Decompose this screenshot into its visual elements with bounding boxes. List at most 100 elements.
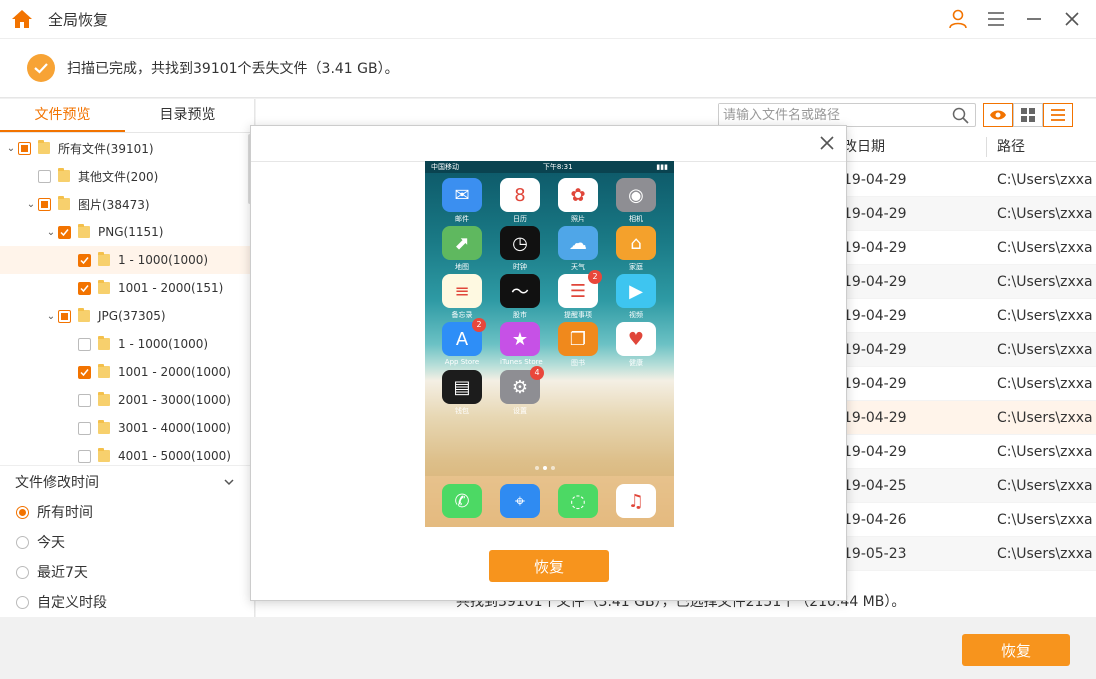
grid-icon [1021,108,1035,122]
tree-checkbox[interactable] [78,365,91,379]
scan-status-bar: 扫描已完成，共找到39101个丢失文件（3.41 GB）。 [0,38,1096,98]
folder-icon [98,336,110,350]
chevron-down-icon[interactable]: ⌄ [4,143,18,154]
tree-item[interactable]: ⌄ JPG(37305) [0,302,250,330]
phone-app-icon: ❐ 图书 [558,322,598,368]
page-dots [535,466,555,470]
menu-icon[interactable] [982,5,1010,33]
path-cell: C:\Users\zxxa... [997,206,1092,222]
list-icon [1051,109,1065,121]
grid-view-button[interactable] [1013,103,1043,127]
tree-item[interactable]: 1001 - 2000(151) [0,274,250,302]
phone-app-icon: A 2 App Store [442,318,486,366]
tree-checkbox[interactable] [38,169,51,183]
modified-date-cell: 19-04-29 [843,240,907,256]
phone-app-icon: ◉ 相机 [616,178,656,224]
time-option[interactable]: 所有时间 [0,497,250,527]
tree-item-label: JPG(37305) [98,309,166,323]
radio-button[interactable] [16,505,29,519]
tree-item-label: 图片(38473) [78,197,150,212]
time-filter: 文件修改时间 所有时间 今天 最近7天 自定义时段 [0,465,250,617]
tree-checkbox[interactable] [78,281,91,295]
preview-view-button[interactable] [983,103,1013,127]
tree-item-label: 3001 - 4000(1000) [118,421,231,435]
folder-icon [98,448,110,462]
tree-item-label: 所有文件(39101) [58,141,154,156]
recover-button[interactable]: 恢复 [962,634,1070,666]
folder-icon [98,392,110,406]
tab-file-preview[interactable]: 文件预览 [0,99,125,132]
radio-button[interactable] [16,565,29,579]
minimize-icon[interactable] [1020,5,1048,33]
path-cell: C:\Users\zxxa... [997,240,1092,256]
tree-item-label: 1001 - 2000(151) [118,281,224,295]
modified-date-cell: 19-04-29 [843,206,907,222]
folder-icon [98,280,110,294]
eye-icon [990,110,1006,120]
tree-checkbox[interactable] [58,309,71,323]
column-modified-date[interactable]: 改日期 [843,132,885,162]
tree-item[interactable]: 2001 - 3000(1000) [0,386,250,414]
close-icon[interactable] [818,134,836,152]
time-option[interactable]: 今天 [0,527,250,557]
tree-checkbox[interactable] [18,141,31,155]
search-icon[interactable] [952,107,969,124]
time-option[interactable]: 自定义时段 [0,587,250,617]
radio-button[interactable] [16,595,29,609]
path-cell: C:\Users\zxxa... [997,410,1092,426]
tree-item[interactable]: 1 - 1000(1000) [0,330,250,358]
tree-checkbox[interactable] [78,393,91,407]
tree-item[interactable]: ⌄ 所有文件(39101) [0,134,250,162]
radio-button[interactable] [16,535,29,549]
tree-checkbox[interactable] [78,421,91,435]
home-icon[interactable] [10,7,34,31]
folder-icon [58,168,70,182]
chevron-down-icon[interactable]: ⌄ [44,227,58,238]
time-option[interactable]: 最近7天 [0,557,250,587]
tab-directory-preview[interactable]: 目录预览 [125,99,250,132]
search-box [718,103,976,127]
file-type-tree: ⌄ 所有文件(39101) 其他文件(200) ⌄ 图片(38473) ⌄ PNG(1151… [0,134,250,464]
dialog-recover-button[interactable]: 恢复 [489,550,609,582]
safari-app-icon: ⌖ [500,484,540,518]
path-cell: C:\Users\zxxa... [997,478,1092,494]
tree-checkbox[interactable] [78,253,91,267]
tree-item[interactable]: 1 - 1000(1000) [0,246,250,274]
phone-time: 下午8:31 [542,163,573,171]
modified-date-cell: 19-04-29 [843,342,907,358]
time-filter-header[interactable]: 文件修改时间 [0,465,250,497]
tree-item-label: 其他文件(200) [78,169,159,184]
tree-item-label: 4001 - 5000(1000) [118,449,231,463]
modified-date-cell: 19-04-29 [843,172,907,188]
column-path[interactable]: 路径 [997,132,1025,162]
modified-date-cell: 19-04-29 [843,444,907,460]
dialog-header [251,126,846,162]
phone-app-icon: ◷ 时钟 [500,226,540,272]
close-icon[interactable] [1058,5,1086,33]
user-icon[interactable] [944,5,972,33]
tree-item[interactable]: ⌄ PNG(1151) [0,218,250,246]
tree-checkbox[interactable] [78,337,91,351]
view-tabs: 文件预览 目录预览 [0,99,254,133]
phone-app-icon: ⌂ 家庭 [616,226,656,272]
tree-checkbox[interactable] [38,197,51,211]
tree-item[interactable]: 1001 - 2000(1000) [0,358,250,386]
tree-item[interactable]: 4001 - 5000(1000) [0,442,250,464]
tree-item[interactable]: 3001 - 4000(1000) [0,414,250,442]
column-divider[interactable] [986,137,987,157]
tree-item[interactable]: 其他文件(200) [0,162,250,190]
chevron-down-icon[interactable]: ⌄ [44,311,58,322]
chevron-down-icon[interactable]: ⌄ [24,199,38,210]
list-view-button[interactable] [1043,103,1073,127]
folder-icon [78,224,90,238]
path-cell: C:\Users\zxxa... [997,546,1092,562]
tree-checkbox[interactable] [58,225,71,239]
tree-checkbox[interactable] [78,449,91,463]
path-cell: C:\Users\zxxa... [997,308,1092,324]
phone-app-icon: ▶ 视频 [616,274,656,320]
image-preview: 中国移动 下午8:31 ▮▮▮ ✆ ⌖ ◌ ♫ ✉ 邮件 8 日历 ✿ 照片 ◉ 相机 ⬈ 地图 ◷ 时钟 ☁… [425,161,674,527]
tree-item[interactable]: ⌄ 图片(38473) [0,190,250,218]
phone-app-icon: ✉ 邮件 [442,178,482,224]
messages-app-icon: ◌ [558,484,598,518]
search-input[interactable] [719,104,939,126]
